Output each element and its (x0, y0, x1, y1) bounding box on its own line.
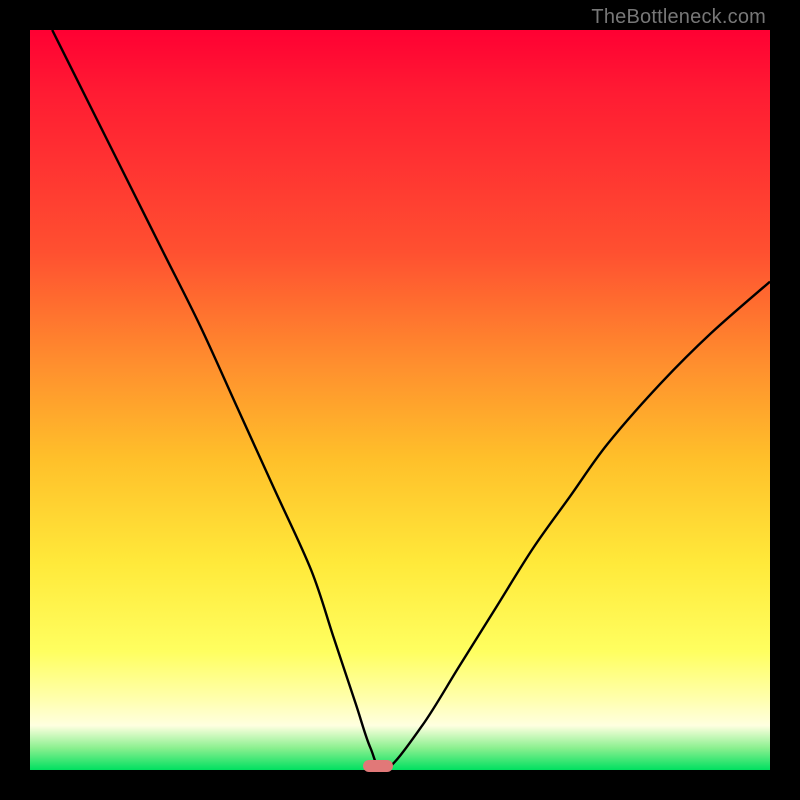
chart-frame: TheBottleneck.com (0, 0, 800, 800)
curve-layer (30, 30, 770, 770)
optimal-marker (363, 760, 393, 772)
attribution-text: TheBottleneck.com (591, 6, 766, 29)
bottleneck-curve (52, 30, 770, 770)
